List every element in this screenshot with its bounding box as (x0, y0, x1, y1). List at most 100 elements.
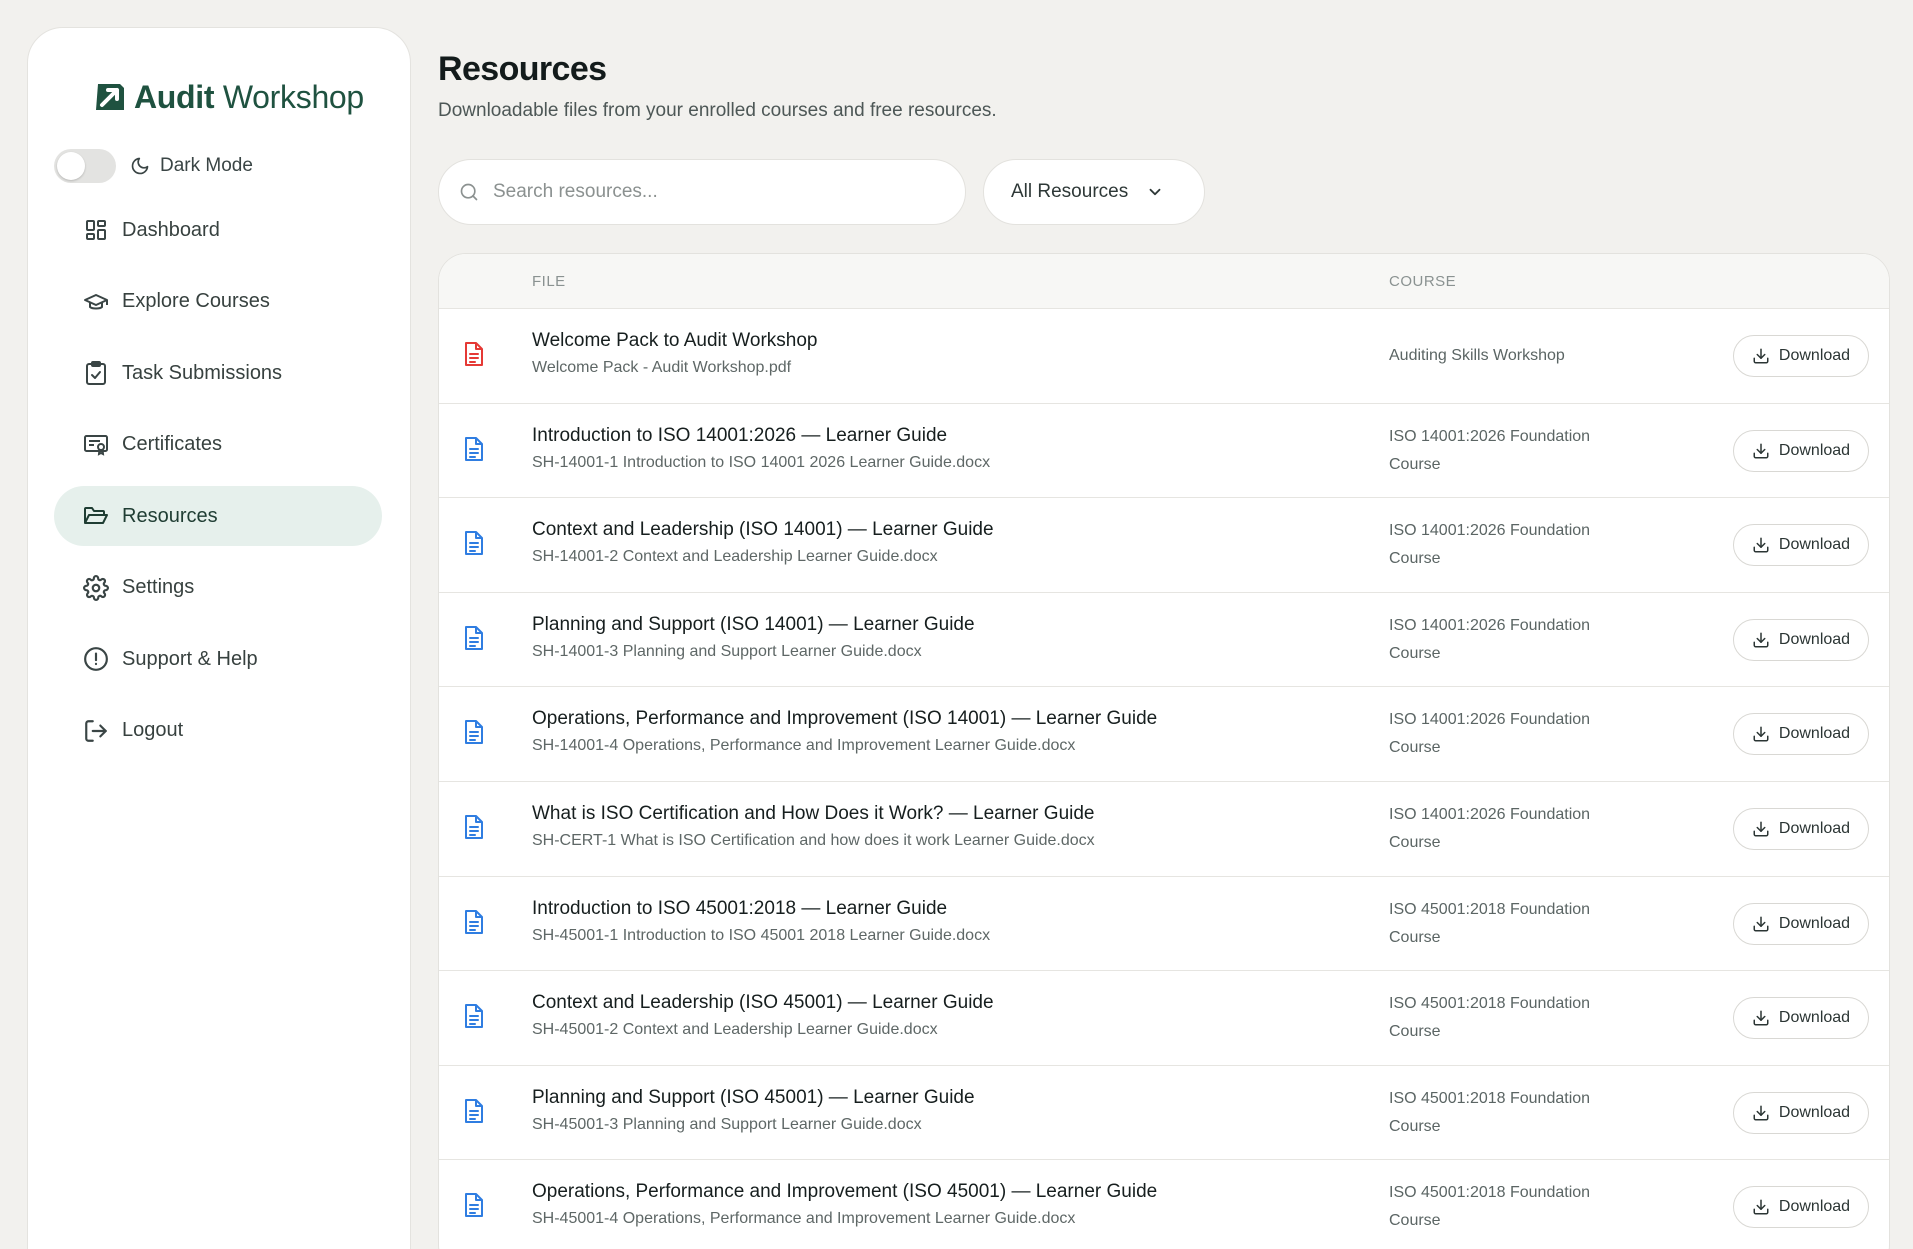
table-row: Operations, Performance and Improvement … (439, 687, 1889, 782)
download-label: Download (1778, 725, 1851, 743)
row-title: Context and Leadership (ISO 14001) — Lea… (532, 519, 994, 541)
row-course: ISO 45001:2018 Foundation Course (1389, 900, 1591, 946)
download-label: Download (1778, 630, 1851, 648)
document-file-icon (463, 814, 491, 846)
dashboard-icon (82, 216, 110, 244)
row-course: ISO 45001:2018 Foundation Course (1389, 1184, 1591, 1230)
table-row: Planning and Support (ISO 45001) — Learn… (439, 1066, 1889, 1161)
download-label: Download (1778, 441, 1851, 459)
download-icon (1752, 1009, 1770, 1027)
row-title: Introduction to ISO 14001:2026 — Learner… (532, 424, 948, 446)
clipboard-check-icon (82, 359, 110, 387)
document-file-icon (463, 1098, 491, 1130)
sidebar-item-label: Logout (122, 719, 184, 741)
download-button[interactable]: Download (1733, 618, 1869, 661)
download-icon (1752, 1198, 1770, 1216)
table-row: Context and Leadership (ISO 14001) — Lea… (439, 498, 1889, 593)
download-label: Download (1778, 536, 1851, 554)
table-row: Introduction to ISO 14001:2026 — Learner… (439, 404, 1889, 499)
row-course: ISO 14001:2026 Foundation Course (1389, 427, 1591, 473)
download-label: Download (1778, 1103, 1851, 1121)
sidebar-item-explore-courses[interactable]: Explore Courses (54, 272, 382, 332)
download-icon (1752, 1104, 1770, 1122)
dark-mode-label: Dark Mode (160, 155, 253, 176)
download-label: Download (1778, 1198, 1851, 1216)
download-button[interactable]: Download (1733, 807, 1869, 850)
sidebar-item-label: Explore Courses (122, 290, 270, 312)
search-box[interactable] (438, 159, 966, 225)
download-button[interactable]: Download (1733, 524, 1869, 567)
row-filename: SH-14001-1 Introduction to ISO 14001 202… (532, 453, 991, 471)
row-course: ISO 14001:2026 Foundation Course (1389, 522, 1591, 568)
sidebar-item-logout[interactable]: Logout (54, 701, 382, 761)
row-filename: SH-14001-2 Context and Leadership Learne… (532, 548, 938, 566)
table-row: What is ISO Certification and How Does i… (439, 782, 1889, 877)
table-row: Context and Leadership (ISO 45001) — Lea… (439, 971, 1889, 1066)
table-row: Operations, Performance and Improvement … (439, 1160, 1889, 1249)
download-button[interactable]: Download (1733, 335, 1869, 377)
row-title: Welcome Pack to Audit Workshop (532, 330, 818, 351)
document-file-icon (463, 909, 491, 941)
sidebar-item-support-help[interactable]: Support & Help (54, 629, 382, 689)
download-label: Download (1778, 914, 1851, 932)
column-header-file: FILE (532, 273, 566, 290)
download-icon (1752, 631, 1770, 649)
sidebar-item-resources[interactable]: Resources (54, 486, 382, 546)
download-icon (1752, 536, 1770, 554)
row-filename: SH-CERT-1 What is ISO Certification and … (532, 831, 1095, 849)
row-title: What is ISO Certification and How Does i… (532, 802, 1095, 824)
column-header-course: COURSE (1389, 273, 1457, 290)
row-course: ISO 45001:2018 Foundation Course (1389, 1089, 1591, 1135)
row-course: ISO 45001:2018 Foundation Course (1389, 995, 1591, 1041)
sidebar-item-label: Dashboard (122, 218, 220, 241)
document-file-icon (463, 1003, 491, 1035)
graduation-cap-icon (82, 288, 110, 316)
document-file-icon (463, 436, 491, 468)
row-filename: Welcome Pack - Audit Workshop.pdf (532, 359, 792, 376)
table-header: FILE COURSE (439, 254, 1889, 309)
row-filename: SH-14001-3 Planning and Support Learner … (532, 642, 922, 660)
row-title: Planning and Support (ISO 14001) — Learn… (532, 613, 975, 635)
document-file-icon (463, 1192, 491, 1224)
sidebar-item-task-submissions[interactable]: Task Submissions (54, 343, 382, 403)
brand-logo[interactable]: Audit Workshop (92, 72, 364, 122)
search-input[interactable] (493, 181, 923, 203)
logo-arrow-icon (96, 84, 124, 110)
moon-icon (130, 156, 150, 176)
row-filename: SH-45001-1 Introduction to ISO 45001 201… (532, 926, 991, 944)
row-course: ISO 14001:2026 Foundation Course (1389, 616, 1591, 662)
row-filename: SH-45001-3 Planning and Support Learner … (532, 1115, 922, 1133)
sidebar-item-label: Certificates (122, 433, 223, 455)
row-course: Auditing Skills Workshop (1389, 347, 1565, 364)
download-icon (1752, 347, 1770, 365)
gear-icon (82, 574, 110, 602)
resource-filter-select[interactable]: All Resources (983, 159, 1205, 225)
logout-icon (82, 717, 110, 745)
download-button[interactable]: Download (1733, 713, 1869, 756)
sidebar: Audit Workshop Dark Mode Dashboard Explo… (27, 27, 411, 1249)
download-icon (1752, 915, 1770, 933)
download-button[interactable]: Download (1733, 997, 1869, 1040)
document-file-icon (463, 530, 491, 562)
certificate-icon (82, 431, 110, 459)
row-title: Operations, Performance and Improvement … (532, 1181, 1158, 1203)
sidebar-item-dashboard[interactable]: Dashboard (54, 200, 382, 260)
download-button[interactable]: Download (1733, 902, 1869, 945)
sidebar-item-settings[interactable]: Settings (54, 558, 382, 618)
download-icon (1752, 820, 1770, 838)
download-button[interactable]: Download (1733, 1186, 1869, 1229)
table-row: Introduction to ISO 45001:2018 — Learner… (439, 877, 1889, 972)
row-course: ISO 14001:2026 Foundation Course (1389, 711, 1591, 757)
row-title: Operations, Performance and Improvement … (532, 708, 1158, 730)
download-button[interactable]: Download (1733, 1091, 1869, 1134)
sidebar-item-certificates[interactable]: Certificates (54, 415, 382, 475)
download-button[interactable]: Download (1733, 429, 1869, 472)
download-icon (1752, 442, 1770, 460)
resources-table: FILE COURSE Welcome Pack to Audit Worksh… (438, 253, 1890, 1249)
sidebar-nav: Dashboard Explore Courses Task Submissio… (54, 200, 382, 772)
row-course: ISO 14001:2026 Foundation Course (1389, 805, 1591, 851)
sidebar-item-label: Support & Help (122, 647, 258, 670)
chevron-down-icon (1146, 183, 1164, 201)
alert-circle-icon (82, 645, 110, 673)
dark-mode-toggle[interactable] (54, 149, 116, 183)
